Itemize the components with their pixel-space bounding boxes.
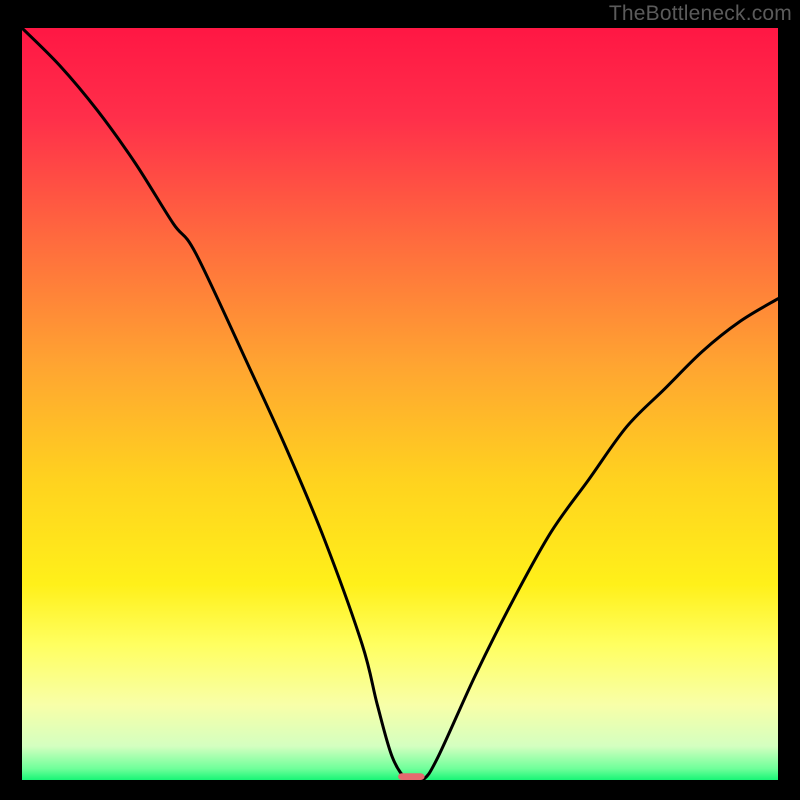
chart-svg bbox=[22, 28, 778, 780]
watermark-text: TheBottleneck.com bbox=[609, 2, 792, 26]
chart-frame: TheBottleneck.com bbox=[0, 0, 800, 800]
gradient-background bbox=[22, 28, 778, 780]
optimal-marker bbox=[398, 773, 424, 780]
plot-area bbox=[22, 28, 778, 780]
